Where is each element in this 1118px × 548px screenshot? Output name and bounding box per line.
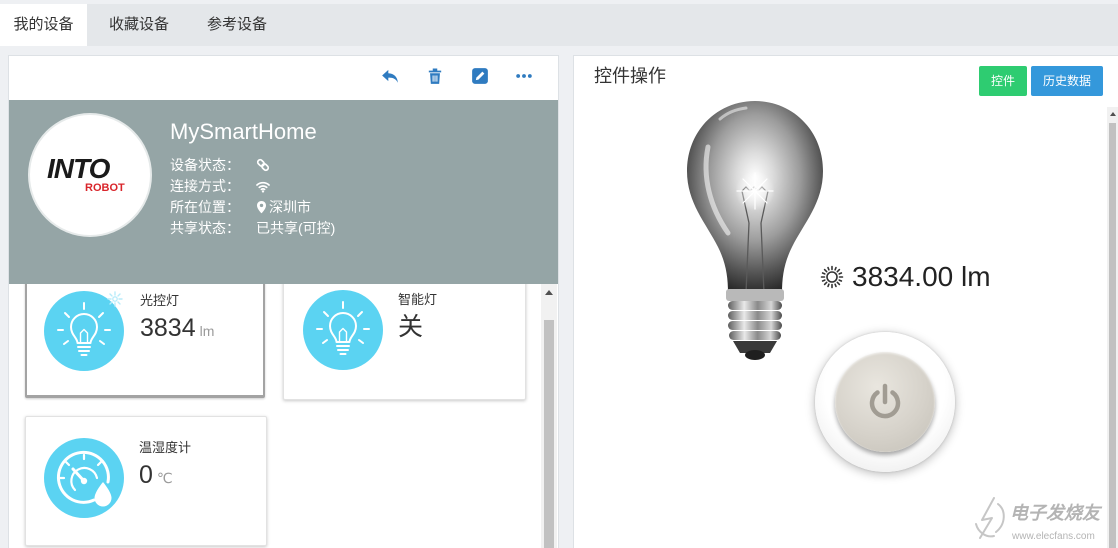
logo-text: INTO xyxy=(47,153,110,184)
field-device-status: 设备状态： xyxy=(170,155,335,176)
device-panel: INTO ROBOT MySmartHome 设备状态： 连接方式： 所在位置：… xyxy=(9,56,558,548)
device-fields: 设备状态： 连接方式： 所在位置： 深圳市 共享状态： 已共享(可控) xyxy=(170,155,335,239)
device-logo: INTO ROBOT xyxy=(30,115,150,235)
edit-icon[interactable] xyxy=(471,67,489,85)
light-bulb-image xyxy=(680,95,830,365)
sensor-card[interactable]: 温湿度计 0 ℃ xyxy=(25,416,267,546)
scroll-up-arrow-icon[interactable] xyxy=(545,290,553,295)
scrollbar-thumb[interactable] xyxy=(544,320,554,548)
trash-icon[interactable] xyxy=(426,67,444,85)
device-tabs: 我的设备 收藏设备 参考设备 xyxy=(0,4,1118,46)
sensor-card-list: 光控灯 3834 lm 智能灯 关 温湿度计 0 ℃ xyxy=(9,284,541,548)
power-button-ring xyxy=(815,332,955,472)
card-value: 关 xyxy=(398,313,424,341)
history-data-button[interactable]: 历史数据 xyxy=(1031,66,1103,96)
card-value: 0 xyxy=(139,461,153,489)
power-icon xyxy=(869,383,901,419)
watermark-url: www.elecfans.com xyxy=(1012,531,1095,542)
card-unit: ℃ xyxy=(156,470,173,486)
logo-subtext: ROBOT xyxy=(85,182,125,194)
reply-icon[interactable] xyxy=(381,67,399,85)
light-reading: 3834.00 lm xyxy=(852,259,991,295)
sensor-card[interactable]: 光控灯 3834 lm xyxy=(25,284,265,398)
controls-button[interactable]: 控件 xyxy=(979,66,1027,96)
reading-value: 3834.00 xyxy=(852,261,954,292)
device-name: MySmartHome xyxy=(170,119,317,144)
field-share-status: 共享状态： 已共享(可控) xyxy=(170,218,335,239)
card-unit: lm xyxy=(199,323,215,339)
power-button[interactable] xyxy=(835,352,935,452)
card-reading: 关 xyxy=(398,312,423,346)
field-location: 所在位置： 深圳市 xyxy=(170,197,335,218)
sun-small-icon xyxy=(107,291,123,307)
watermark-logo xyxy=(972,494,1012,542)
control-panel-title: 控件操作 xyxy=(594,66,666,86)
map-marker-icon xyxy=(256,200,267,214)
field-connection: 连接方式： xyxy=(170,176,335,197)
brightness-icon xyxy=(820,265,844,289)
tab-my-devices[interactable]: 我的设备 xyxy=(0,4,87,46)
card-list-scrollbar[interactable] xyxy=(541,284,557,548)
reading-unit: lm xyxy=(961,261,991,292)
card-reading: 0 ℃ xyxy=(139,460,173,494)
control-panel: 控件操作 控件 历史数据 3834.00 lm 电子发烧友 www.elecfa… xyxy=(574,56,1118,548)
card-reading: 3834 lm xyxy=(140,313,214,347)
field-label: 共享状态： xyxy=(170,220,240,236)
wifi-icon xyxy=(256,179,270,193)
gauge-drop-icon xyxy=(44,438,124,518)
device-info-header: INTO ROBOT MySmartHome 设备状态： 连接方式： 所在位置：… xyxy=(9,100,558,284)
scroll-up-arrow-icon[interactable] xyxy=(1109,112,1116,116)
field-label: 所在位置： xyxy=(170,199,240,215)
more-icon[interactable] xyxy=(515,67,533,85)
card-title: 智能灯 xyxy=(398,292,438,307)
sensor-card[interactable]: 智能灯 关 xyxy=(283,284,526,400)
control-panel-scrollbar[interactable] xyxy=(1107,107,1118,548)
field-value: 已共享(可控) xyxy=(256,220,336,236)
card-value: 3834 xyxy=(140,314,196,342)
field-value: 深圳市 xyxy=(269,199,311,215)
card-title: 温湿度计 xyxy=(139,440,192,455)
link-icon xyxy=(256,158,270,172)
field-label: 连接方式： xyxy=(170,178,240,194)
tab-reference-devices[interactable]: 参考设备 xyxy=(185,4,289,46)
field-label: 设备状态： xyxy=(170,157,240,173)
scrollbar-thumb[interactable] xyxy=(1109,123,1116,548)
card-title: 光控灯 xyxy=(140,293,180,308)
watermark-brand: 电子发烧友 xyxy=(1010,503,1100,523)
tab-favorite-devices[interactable]: 收藏设备 xyxy=(87,4,191,46)
bulb-icon xyxy=(303,290,383,370)
